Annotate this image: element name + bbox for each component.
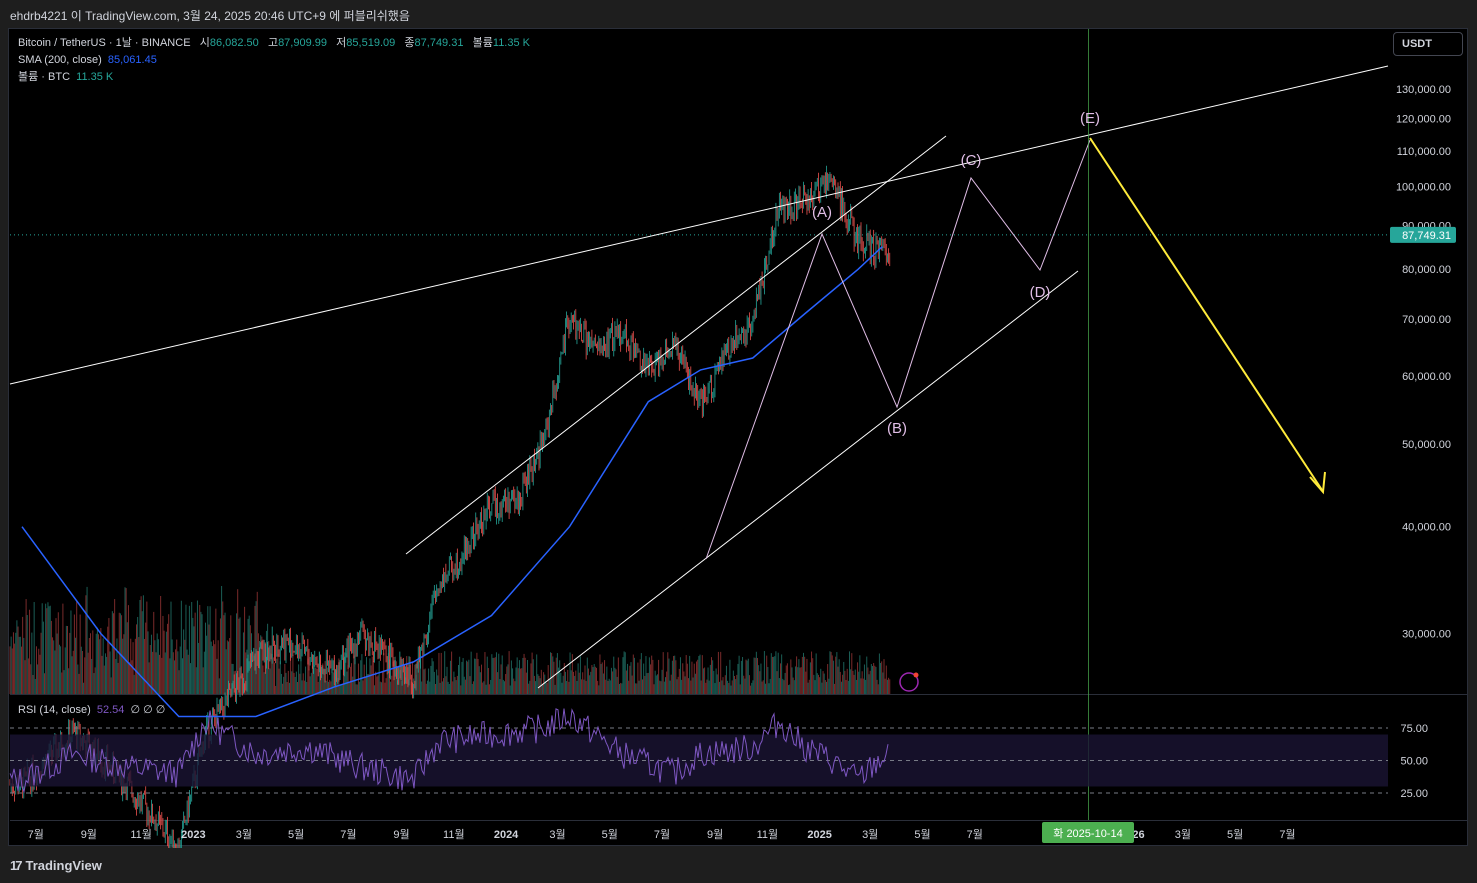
sma-label: SMA (200, close) (18, 54, 102, 66)
x-tick-label: 7월 (28, 828, 44, 841)
x-tick-label: 9월 (393, 828, 409, 841)
x-tick-label: 11월 (130, 828, 152, 841)
x-tick-label: 3월 (1175, 828, 1191, 841)
wave-label: (D) (1030, 284, 1051, 301)
high-label: 고 (267, 37, 279, 49)
main-legend: Bitcoin / TetherUS · 1날 · BINANCE 시86,08… (18, 35, 530, 86)
footer-bar (0, 848, 1477, 883)
tradingview-logo: 17 TradingView (10, 858, 102, 873)
y-tick-label: 110,000.00 (1397, 146, 1451, 158)
symbol-row: Bitcoin / TetherUS · 1날 · BINANCE 시86,08… (18, 35, 530, 52)
x-tick-label: 5월 (288, 828, 304, 841)
symbol-name: Bitcoin / TetherUS · 1날 · BINANCE (18, 37, 191, 49)
rsi-level-label: 75.00 (1400, 723, 1428, 735)
close-label: 종 (404, 37, 415, 49)
x-tick-label: 7월 (654, 828, 670, 841)
x-tick-label: 7월 (1279, 828, 1295, 841)
open-label: 시 (199, 37, 210, 49)
x-tick-label: 3월 (236, 828, 252, 841)
volume-label: 볼륨 · BTC (18, 71, 71, 83)
close-value: 87,749.31 (414, 37, 464, 49)
channel-lower-line (537, 270, 1079, 689)
vol-label: 볼륨 (472, 37, 493, 49)
y-tick-label: 70,000.00 (1402, 314, 1451, 326)
x-tick-label: 9월 (707, 828, 723, 841)
price-chart[interactable]: (A) (B) (C) (D) (E) 75.00 50.00 25.00 130,000.… (0, 0, 1477, 883)
low-label: 저 (336, 37, 347, 49)
x-tick-label: 7월 (340, 828, 356, 841)
volume-row[interactable]: 볼륨 · BTC 11.35 K (18, 69, 530, 86)
y-tick-label: 30,000.00 (1402, 629, 1451, 641)
x-tick-label: 7월 (967, 828, 983, 841)
rsi-label: RSI (14, close) (18, 704, 91, 716)
x-tick-label: 9월 (81, 828, 97, 841)
rsi-pane: 75.00 50.00 25.00 (9, 708, 1428, 800)
current-price-label: 87,749.31 (1402, 230, 1451, 242)
sma-row[interactable]: SMA (200, close) 85,061.45 (18, 52, 530, 69)
rsi-legend[interactable]: RSI (14, close) 52.54 ∅ ∅ ∅ (18, 703, 165, 716)
x-tick-label: 11월 (757, 828, 779, 841)
x-tick-label: 5월 (1227, 828, 1243, 841)
wave-label: (C) (961, 152, 982, 169)
axes: 130,000.00 120,000.00 110,000.00 100,000.00… (28, 84, 1456, 843)
grid (10, 234, 1467, 821)
x-tick-label: 11월 (443, 828, 465, 841)
wave-label: (B) (887, 420, 907, 437)
x-tick-label: 2025 (807, 829, 831, 841)
x-tick-label: 3월 (862, 828, 878, 841)
vol-value: 11.35 K (492, 37, 530, 49)
crosshair-date-label: 화 2025-10-14 (1053, 827, 1122, 840)
y-tick-label: 100,000.00 (1396, 181, 1451, 193)
sma-value: 85,061.45 (107, 54, 157, 66)
x-tick-label: 5월 (914, 828, 930, 841)
x-tick-label: 2024 (494, 829, 519, 841)
alert-dot-icon (913, 672, 919, 678)
high-value: 87,909.99 (278, 37, 327, 49)
x-tick-label: 5월 (602, 828, 618, 841)
volume-value: 11.35 K (76, 71, 114, 83)
y-tick-label: 80,000.00 (1402, 264, 1451, 276)
currency-button[interactable]: USDT (1393, 32, 1463, 56)
rsi-extra: ∅ ∅ ∅ (130, 704, 166, 716)
resistance-trendline (9, 65, 1389, 385)
rsi-level-label: 25.00 (1400, 788, 1428, 800)
open-value: 86,082.50 (209, 37, 259, 49)
rsi-level-label: 50.00 (1400, 756, 1428, 768)
low-value: 85,519.09 (346, 37, 396, 49)
tv-logo-icon: 17 (10, 858, 23, 873)
y-tick-label: 130,000.00 (1396, 84, 1451, 96)
x-tick-label: 2023 (181, 829, 205, 841)
x-tick-label: 3월 (549, 828, 565, 841)
rsi-value: 52.54 (96, 704, 125, 716)
channel-upper-line (405, 135, 947, 555)
y-tick-label: 60,000.00 (1402, 371, 1451, 383)
y-tick-label: 120,000.00 (1396, 114, 1451, 126)
y-tick-label: 40,000.00 (1402, 522, 1451, 534)
target-arrow-line (1089, 137, 1323, 491)
y-tick-label: 50,000.00 (1402, 439, 1451, 451)
wave-label: (E) (1080, 110, 1100, 127)
wave-label: (A) (812, 204, 832, 221)
